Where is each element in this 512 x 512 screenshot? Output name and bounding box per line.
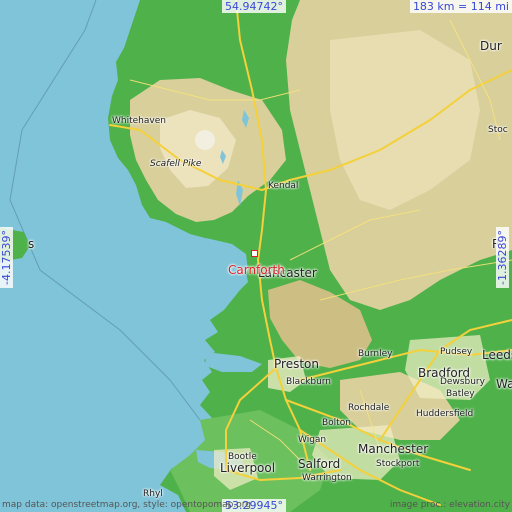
place-leeds: Leeds (482, 348, 512, 362)
place-batley: Batley (446, 389, 475, 399)
place-blackburn: Blackburn (286, 377, 332, 387)
target-marker-icon[interactable] (251, 250, 258, 257)
place-dewsbury: Dewsbury (440, 377, 485, 387)
place-stockport: Stockport (376, 459, 420, 469)
place-bootle: Bootle (228, 452, 257, 462)
place-manchester: Manchester (358, 442, 429, 456)
place-rochdale: Rochdale (348, 403, 390, 413)
place-huddersfield: Huddersfield (416, 409, 474, 419)
place-bolton: Bolton (322, 418, 351, 428)
map-view[interactable]: Whitehaven Scafell Pike Kendal Lancaster… (0, 0, 512, 512)
place-wakefield: Wa (496, 377, 512, 391)
place-rhyl: Rhyl (143, 489, 163, 499)
place-liverpool: Liverpool (220, 461, 276, 475)
place-durham: Dur (480, 39, 502, 53)
scale-label: 183 km = 114 mi (409, 0, 512, 13)
coord-right-longitude: -1.36289° (495, 227, 509, 288)
place-scafell-pike: Scafell Pike (150, 159, 202, 169)
credit-map-data: map data: openstreetmap.org, style: open… (2, 500, 251, 510)
target-label: Carnforth (228, 263, 285, 277)
credit-image-proc: image proc.: elevation.city (389, 500, 510, 510)
place-kendal: Kendal (268, 181, 299, 191)
place-warrington: Warrington (302, 473, 352, 483)
place-stockton: Stoc (488, 125, 508, 135)
place-whitehaven: Whitehaven (112, 116, 166, 126)
scafell-peak (195, 130, 215, 150)
place-wigan: Wigan (298, 435, 327, 445)
coord-left-longitude: -4.17539° (0, 227, 13, 288)
place-burnley: Burnley (358, 349, 393, 359)
place-preston: Preston (274, 357, 319, 371)
coord-top-latitude: 54.94742° (222, 0, 286, 13)
place-isle-of-man: s (28, 237, 35, 251)
place-salford: Salford (298, 457, 341, 471)
place-pudsey: Pudsey (440, 347, 473, 357)
